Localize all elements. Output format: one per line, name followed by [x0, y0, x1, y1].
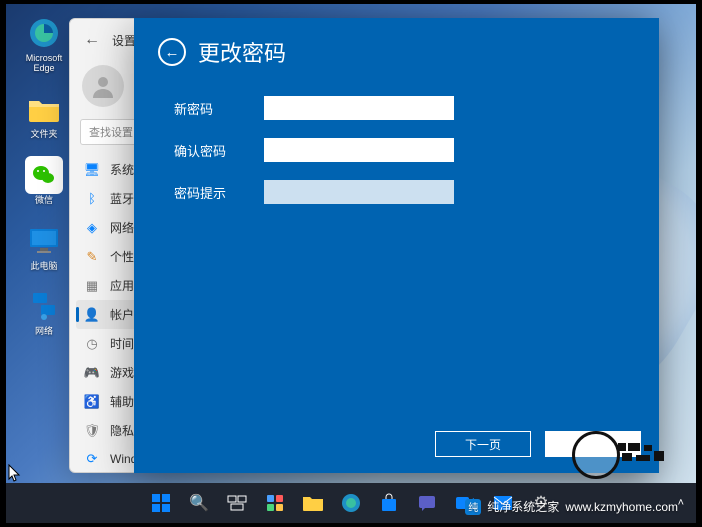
site-url: www.kzmyhome.com — [565, 500, 678, 514]
desktop-icon-label: 文件夹 — [30, 130, 57, 140]
avatar-icon — [82, 65, 124, 107]
nav-icon: ♿ — [84, 394, 100, 410]
site-logo-icon: 纯 — [465, 499, 481, 515]
nav-icon: ◷ — [84, 336, 100, 352]
modal-header: ← 更改密码 — [134, 18, 659, 88]
site-name: 纯净系统之家 — [487, 498, 559, 515]
nav-icon: ▦ — [84, 278, 100, 294]
search-button[interactable]: 🔍 — [182, 486, 216, 520]
start-button[interactable] — [144, 486, 178, 520]
nav-label: 应用 — [110, 277, 134, 294]
field-label: 确认密码 — [174, 141, 264, 160]
watermark-url: 纯 纯净系统之家 www.kzmyhome.com — [465, 498, 678, 515]
chevron-up-icon: ˄ — [678, 497, 684, 509]
desktop-icon-network[interactable]: 网络 — [14, 287, 74, 337]
edge-icon — [25, 14, 63, 52]
desktop-icon-label: Microsoft Edge — [15, 54, 73, 74]
cancel-button[interactable] — [545, 431, 641, 457]
field-label: 密码提示 — [174, 183, 264, 202]
taskview-button[interactable] — [220, 486, 254, 520]
store-button[interactable] — [372, 486, 406, 520]
explorer-button[interactable] — [296, 486, 330, 520]
nav-icon: 🛡 — [84, 423, 100, 439]
settings-title: 设置 — [112, 32, 136, 49]
desktop-icon-label: 此电脑 — [30, 262, 57, 272]
wechat-icon — [25, 156, 63, 194]
nav-icon: ◈ — [84, 220, 100, 236]
desktop-icon-thispc[interactable]: 此电脑 — [14, 222, 74, 272]
modal-title: 更改密码 — [198, 36, 286, 68]
settings-back-button[interactable]: ← — [82, 30, 102, 50]
form-row-2: 密码提示 — [174, 180, 619, 204]
system-tray[interactable]: ˄ — [678, 497, 684, 509]
modal-back-button[interactable]: ← — [158, 38, 186, 66]
desktop-icon-wechat[interactable]: 微信 — [14, 156, 74, 206]
monitor-icon — [25, 222, 63, 260]
nav-icon: 🖥 — [84, 162, 100, 178]
form-row-0: 新密码 — [174, 96, 619, 120]
desktop: Microsoft Edge 文件夹 微信 此电脑 网络 — [6, 4, 696, 523]
widgets-button[interactable] — [258, 486, 292, 520]
nav-icon: ✎ — [84, 249, 100, 265]
desktop-icon-label: 网络 — [35, 327, 53, 337]
nav-label: 系统 — [110, 161, 134, 178]
nav-icon: ⟳ — [84, 451, 100, 467]
confirm-password-input[interactable] — [264, 138, 454, 162]
edge-button[interactable] — [334, 486, 368, 520]
form-row-1: 确认密码 — [174, 138, 619, 162]
desktop-icon-folder[interactable]: 文件夹 — [14, 90, 74, 140]
nav-icon: 🎮 — [84, 365, 100, 381]
cursor-icon — [8, 464, 22, 482]
network-icon — [25, 287, 63, 325]
nav-icon: 👤 — [84, 307, 100, 323]
password-form: 新密码确认密码密码提示 — [134, 88, 659, 230]
nav-label: 帐户 — [110, 306, 134, 323]
desktop-icon-edge[interactable]: Microsoft Edge — [14, 14, 74, 74]
desktop-icons: Microsoft Edge 文件夹 微信 此电脑 网络 — [14, 14, 74, 337]
search-placeholder: 查找设置 — [89, 124, 133, 140]
search-icon: 🔍 — [189, 493, 209, 513]
nav-icon: ᛒ — [84, 191, 100, 207]
field-label: 新密码 — [174, 99, 264, 118]
modal-footer: 下一页 — [435, 431, 641, 457]
nav-label: 游戏 — [110, 364, 134, 381]
folder-icon — [25, 90, 63, 128]
next-button[interactable]: 下一页 — [435, 431, 531, 457]
change-password-modal: ← 更改密码 新密码确认密码密码提示 下一页 — [134, 18, 659, 473]
desktop-icon-label: 微信 — [35, 196, 53, 206]
password-hint-input[interactable] — [264, 180, 454, 204]
new-password-input[interactable] — [264, 96, 454, 120]
chat-button[interactable] — [410, 486, 444, 520]
